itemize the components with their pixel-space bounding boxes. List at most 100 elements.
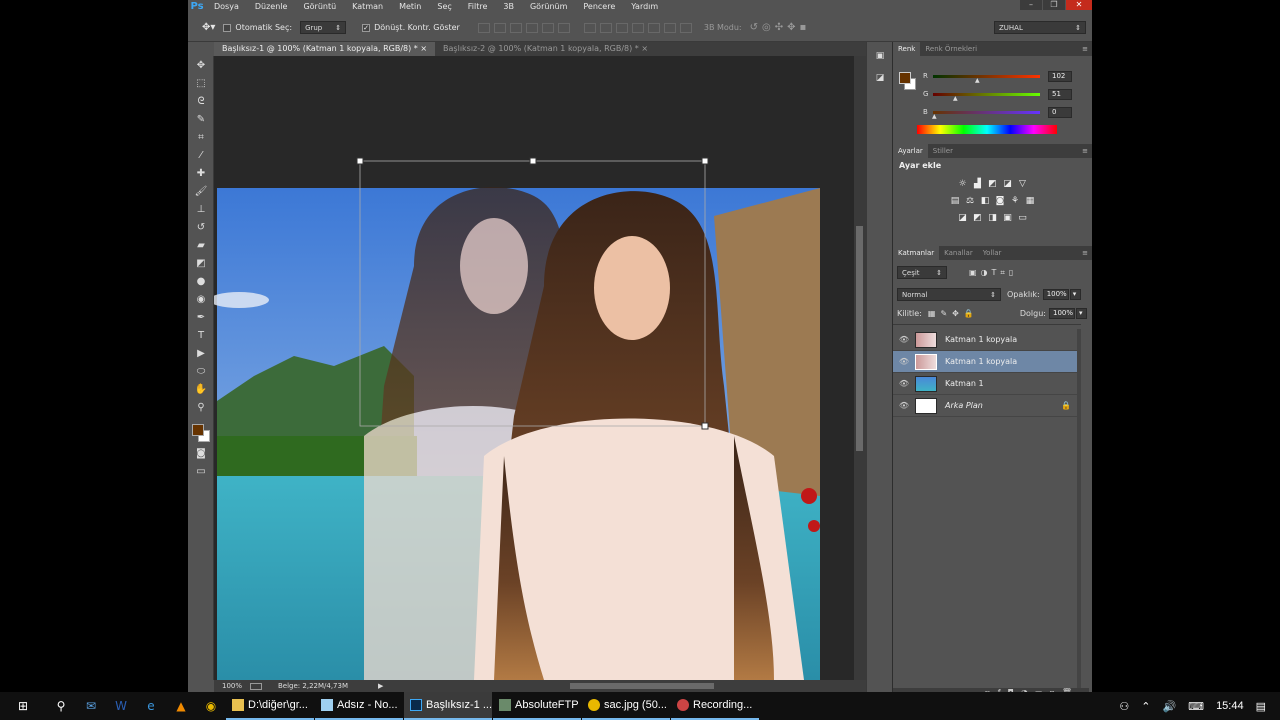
align-left-icon[interactable]: [525, 22, 538, 33]
selective-color-icon[interactable]: ▣: [1002, 213, 1013, 223]
opacity-value[interactable]: 100%: [1042, 289, 1069, 300]
visibility-eye-icon[interactable]: 👁: [893, 335, 915, 344]
opacity-dropdown-icon[interactable]: ▾: [1069, 289, 1081, 300]
fill-dropdown-icon[interactable]: ▾: [1076, 308, 1087, 319]
taskbar-app-chrome[interactable]: sac.jpg (50...: [582, 692, 670, 720]
visibility-eye-icon[interactable]: 👁: [893, 357, 915, 366]
align-bottom-icon[interactable]: [509, 22, 522, 33]
tab-paths[interactable]: Yollar: [978, 246, 1007, 260]
quick-select-tool-icon[interactable]: ✎: [193, 112, 209, 128]
tab-document-1[interactable]: Başlıksız-1 @ 100% (Katman 1 kopyala, RG…: [214, 42, 436, 56]
distribute-6-icon[interactable]: [663, 22, 676, 33]
paint-bucket-icon[interactable]: ◩: [193, 256, 209, 272]
zoom-level[interactable]: 100%: [222, 682, 246, 690]
edge-icon[interactable]: e: [136, 692, 166, 720]
panel-menu-icon[interactable]: ≡: [1082, 246, 1088, 260]
taskbar-app-absoluteftp[interactable]: AbsoluteFTP: [493, 692, 581, 720]
type-tool-icon[interactable]: T: [193, 328, 209, 344]
tab-styles[interactable]: Stiller: [928, 144, 958, 158]
windows-start-icon[interactable]: ⊞: [0, 692, 46, 720]
visibility-eye-icon[interactable]: 👁: [893, 401, 915, 410]
volume-icon[interactable]: 🔊: [1162, 700, 1176, 713]
slider-handle-icon[interactable]: ▲: [953, 95, 958, 102]
mail-icon[interactable]: ✉: [76, 692, 106, 720]
horizontal-scroll-thumb[interactable]: [570, 683, 714, 689]
panel-menu-icon[interactable]: ≡: [1082, 144, 1088, 158]
tab-swatches[interactable]: Renk Örnekleri: [920, 42, 982, 56]
align-vcenter-icon[interactable]: [493, 22, 506, 33]
search-icon[interactable]: ⚲: [46, 692, 76, 720]
vertical-scrollbar[interactable]: [854, 56, 866, 680]
slider-handle-icon[interactable]: ▲: [932, 113, 937, 120]
vibrance-icon[interactable]: ▽: [1017, 179, 1028, 189]
3d-scale-icon[interactable]: ▪: [800, 22, 811, 33]
threshold-icon[interactable]: ◨: [987, 213, 998, 223]
restore-button[interactable]: ❐: [1043, 0, 1065, 10]
eraser-tool-icon[interactable]: ▰: [193, 238, 209, 254]
transform-handle[interactable]: [529, 157, 537, 165]
tab-layers[interactable]: Katmanlar: [893, 246, 940, 260]
gradient-map-icon[interactable]: ▭: [1017, 213, 1028, 223]
3d-pan-icon[interactable]: ✣: [775, 22, 787, 33]
menu-edit[interactable]: Düzenle: [247, 0, 296, 14]
black-white-icon[interactable]: ◧: [980, 196, 991, 206]
layer-row[interactable]: 👁 Arka Plan 🔒: [893, 395, 1081, 417]
menu-type[interactable]: Metin: [391, 0, 429, 14]
status-arrow-icon[interactable]: ▶: [378, 682, 383, 690]
people-icon[interactable]: ⚇: [1119, 700, 1129, 713]
marquee-tool-icon[interactable]: ⬚: [193, 76, 209, 92]
photo-filter-icon[interactable]: ◙: [995, 196, 1006, 206]
menu-3d[interactable]: 3B: [495, 0, 522, 14]
levels-icon[interactable]: ▟: [972, 179, 983, 189]
color-balance-icon[interactable]: ⚖: [965, 196, 976, 206]
eyedropper-tool-icon[interactable]: ⁄: [193, 148, 209, 164]
distribute-4-icon[interactable]: [631, 22, 644, 33]
tab-document-2[interactable]: Başlıksız-2 @ 100% (Katman 1 kopyala, RG…: [435, 42, 657, 56]
3d-rotate-icon[interactable]: ↺: [750, 22, 762, 33]
move-tool-icon[interactable]: ✥▾: [202, 22, 215, 33]
green-slider[interactable]: ▲: [933, 92, 1040, 102]
taskbar-app-notepad[interactable]: Adsız - No...: [315, 692, 403, 720]
menu-select[interactable]: Seç: [429, 0, 459, 14]
history-brush-icon[interactable]: ↺: [193, 220, 209, 236]
foreground-color-swatch[interactable]: [899, 72, 911, 84]
green-value[interactable]: 51: [1048, 88, 1072, 100]
auto-select-dropdown[interactable]: Grup ⇕: [300, 21, 347, 34]
close-button[interactable]: ✕: [1066, 0, 1092, 10]
lock-icons[interactable]: ▦✎✥🔒: [928, 309, 979, 318]
menu-filter[interactable]: Filtre: [460, 0, 496, 14]
menu-window[interactable]: Pencere: [575, 0, 623, 14]
keyboard-icon[interactable]: ⌨: [1188, 700, 1204, 713]
scroll-thumb[interactable]: [856, 226, 863, 451]
taskbar-app-photoshop[interactable]: Başlıksız-1 ...: [404, 692, 492, 720]
minimize-button[interactable]: –: [1020, 0, 1042, 10]
quick-mask-icon[interactable]: ◙: [193, 446, 209, 462]
layer-row[interactable]: 👁 Katman 1: [893, 373, 1081, 395]
properties-panel-icon[interactable]: ◪: [872, 70, 888, 86]
dodge-tool-icon[interactable]: ◉: [193, 292, 209, 308]
align-hcenter-icon[interactable]: [541, 22, 554, 33]
workspace-dropdown[interactable]: ZUHAL ⇕: [994, 21, 1086, 34]
distribute-7-icon[interactable]: [679, 22, 692, 33]
layer-filter-dropdown[interactable]: Çeşit ⇕: [897, 266, 947, 279]
visibility-eye-icon[interactable]: 👁: [893, 379, 915, 388]
panel-menu-icon[interactable]: ≡: [1082, 42, 1088, 56]
fill-value[interactable]: 100%: [1049, 308, 1075, 319]
tab-adjustments[interactable]: Ayarlar: [893, 144, 928, 158]
foreground-color-swatch[interactable]: [192, 424, 204, 436]
blend-mode-dropdown[interactable]: Normal ⇕: [897, 288, 1001, 301]
channel-mixer-icon[interactable]: ⚘: [1010, 196, 1021, 206]
notifications-icon[interactable]: ▤: [1256, 700, 1266, 713]
exposure-icon[interactable]: ◪: [1002, 179, 1013, 189]
blue-value[interactable]: 0: [1048, 106, 1072, 118]
brightness-icon[interactable]: ☼: [957, 179, 968, 189]
transform-handle[interactable]: [356, 157, 364, 165]
move-tool-icon[interactable]: ✥: [193, 58, 209, 74]
color-lookup-icon[interactable]: ▦: [1025, 196, 1036, 206]
screen-mode-icon[interactable]: ▭: [193, 464, 209, 480]
curves-icon[interactable]: ◩: [987, 179, 998, 189]
posterize-icon[interactable]: ◩: [972, 213, 983, 223]
clock[interactable]: 15:44: [1216, 700, 1244, 712]
chrome-icon[interactable]: ◉: [196, 692, 226, 720]
distribute-5-icon[interactable]: [647, 22, 660, 33]
